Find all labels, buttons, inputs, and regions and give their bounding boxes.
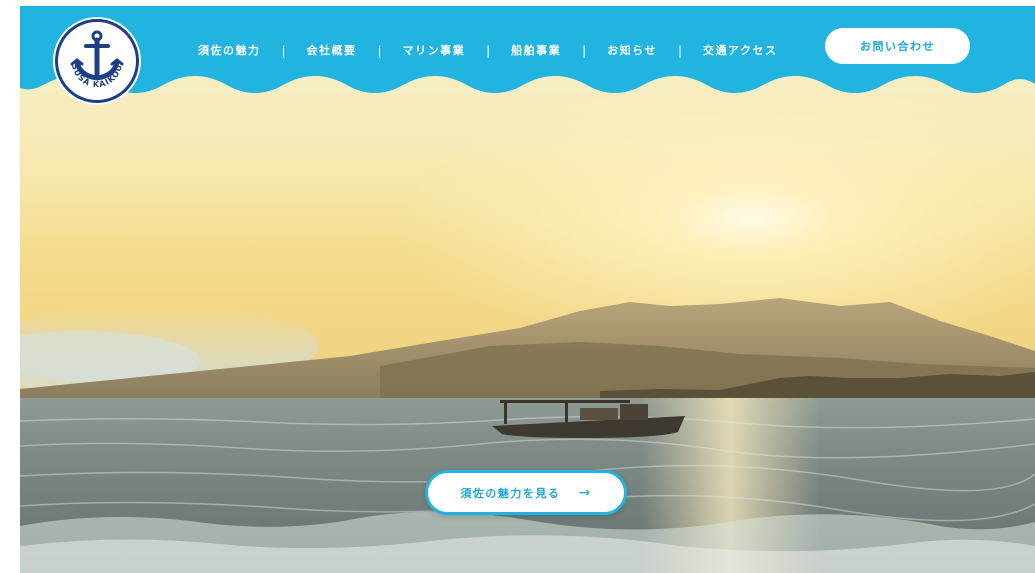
nav-item-ship[interactable]: 船舶事業 — [511, 40, 561, 62]
page-frame: SUSA KAIKOU 須佐の魅力 | 会社概要 | マリン事業 | 船舶事業 … — [20, 6, 1035, 573]
nav-item-susa-appeal[interactable]: 須佐の魅力 — [198, 40, 261, 62]
nav-separator: | — [582, 44, 587, 58]
nav-item-access[interactable]: 交通アクセス — [703, 40, 777, 62]
site-logo[interactable]: SUSA KAIKOU — [55, 19, 139, 103]
nav-separator: | — [677, 44, 683, 58]
contact-button[interactable]: お問い合わせ — [825, 28, 970, 64]
nav-separator: | — [281, 44, 286, 58]
main-nav: 須佐の魅力 | 会社概要 | マリン事業 | 船舶事業 | お知らせ | 交通ア… — [198, 40, 777, 62]
nav-item-company[interactable]: 会社概要 — [307, 40, 357, 62]
nav-separator: | — [486, 44, 491, 58]
nav-separator: | — [377, 44, 382, 58]
nav-item-marine[interactable]: マリン事業 — [403, 40, 466, 62]
site-header: SUSA KAIKOU 須佐の魅力 | 会社概要 | マリン事業 | 船舶事業 … — [20, 6, 1035, 103]
arrow-right-icon: → — [578, 484, 592, 501]
cta-label: 須佐の魅力を見る — [460, 486, 561, 500]
see-appeal-button[interactable]: 須佐の魅力を見る → — [425, 470, 627, 515]
nav-item-news[interactable]: お知らせ — [607, 40, 657, 62]
